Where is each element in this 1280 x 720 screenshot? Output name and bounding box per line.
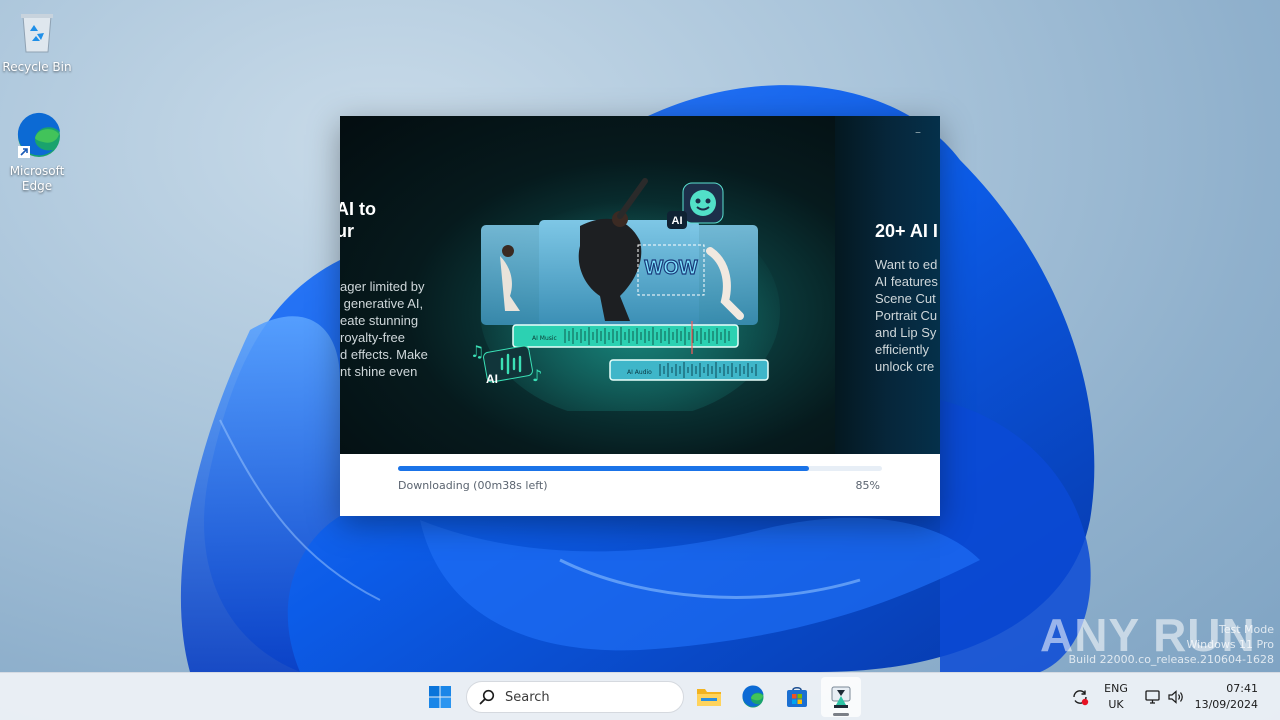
store-icon xyxy=(787,686,807,707)
edge-icon xyxy=(742,685,764,708)
running-indicator xyxy=(833,713,849,716)
search-input[interactable] xyxy=(505,689,675,705)
network-icon[interactable] xyxy=(1143,687,1163,707)
file-explorer-icon xyxy=(697,689,721,706)
taskbar-search[interactable] xyxy=(466,681,684,713)
language-indicator[interactable]: ENG UK xyxy=(1100,681,1132,713)
promo-artwork: WOW AI AI Music AI Audio AI ♫ ♪ xyxy=(470,178,780,411)
start-button[interactable] xyxy=(420,677,460,717)
watermark-line: Build 22000.co_release.210604-1628 xyxy=(1068,653,1274,666)
volume-icon[interactable] xyxy=(1166,687,1186,707)
promo-carousel: AI to ur ager limited by generative AI, … xyxy=(340,116,940,454)
download-percent: 85% xyxy=(855,479,880,492)
desktop-icon-recycle-bin[interactable]: Recycle Bin xyxy=(0,8,74,75)
minimize-icon: – xyxy=(915,125,921,139)
recycle-bin-icon xyxy=(13,8,61,56)
track-audio-label: AI Audio xyxy=(627,369,652,376)
carousel-slide-current: AI to ur ager limited by generative AI, … xyxy=(340,116,835,454)
wow-sticker: WOW xyxy=(644,257,697,279)
carousel-slide-next[interactable]: 20+ AI I Want to ed AI features Scene Cu… xyxy=(835,116,940,454)
tray-sync-icon[interactable] xyxy=(1070,687,1090,707)
search-icon xyxy=(479,689,495,705)
svg-text:♪: ♪ xyxy=(532,366,542,385)
desktop-icon-edge[interactable]: Microsoft Edge xyxy=(0,112,74,194)
watermark-line: Test Mode xyxy=(1218,623,1274,636)
desktop-icon-label: Recycle Bin xyxy=(2,60,72,74)
progress-bar xyxy=(398,466,882,471)
desktop-icon-label: Microsoft Edge xyxy=(9,164,65,193)
language-code: ENG xyxy=(1104,682,1128,695)
download-status: Downloading (00m38s left) xyxy=(398,479,548,492)
svg-text:AI: AI xyxy=(486,372,498,386)
slide-title: 20+ AI I xyxy=(875,221,938,241)
slide-title: AI to ur xyxy=(340,199,376,241)
close-button[interactable]: – xyxy=(908,122,928,142)
track-music-label: AI Music xyxy=(532,335,557,342)
taskbar-app-installer[interactable] xyxy=(821,677,861,717)
installer-icon xyxy=(831,686,851,708)
watermark-line: Windows 11 Pro xyxy=(1186,638,1274,651)
svg-text:♫: ♫ xyxy=(470,342,484,361)
progress-bar-fill xyxy=(398,466,810,471)
taskbar: ENG UK 07:41 13/09/2024 xyxy=(0,672,1280,720)
download-footer: Downloading (00m38s left) 85% xyxy=(340,454,940,516)
keyboard-layout: UK xyxy=(1108,698,1124,711)
slide-description: Want to ed AI features Scene Cut Portrai… xyxy=(875,257,938,374)
installer-window: AI to ur ager limited by generative AI, … xyxy=(340,116,940,516)
system-clock[interactable]: 07:41 13/09/2024 xyxy=(1192,681,1268,713)
edge-icon xyxy=(13,112,61,160)
clock-time: 07:41 xyxy=(1226,682,1258,695)
clock-date: 13/09/2024 xyxy=(1194,698,1258,711)
taskbar-app-file-explorer[interactable] xyxy=(689,677,729,717)
slide-description: ager limited by generative AI, eate stun… xyxy=(340,279,428,379)
start-icon xyxy=(429,686,451,708)
taskbar-app-store[interactable] xyxy=(777,677,817,717)
taskbar-app-edge[interactable] xyxy=(733,677,773,717)
ai-badge: AI xyxy=(672,215,683,227)
